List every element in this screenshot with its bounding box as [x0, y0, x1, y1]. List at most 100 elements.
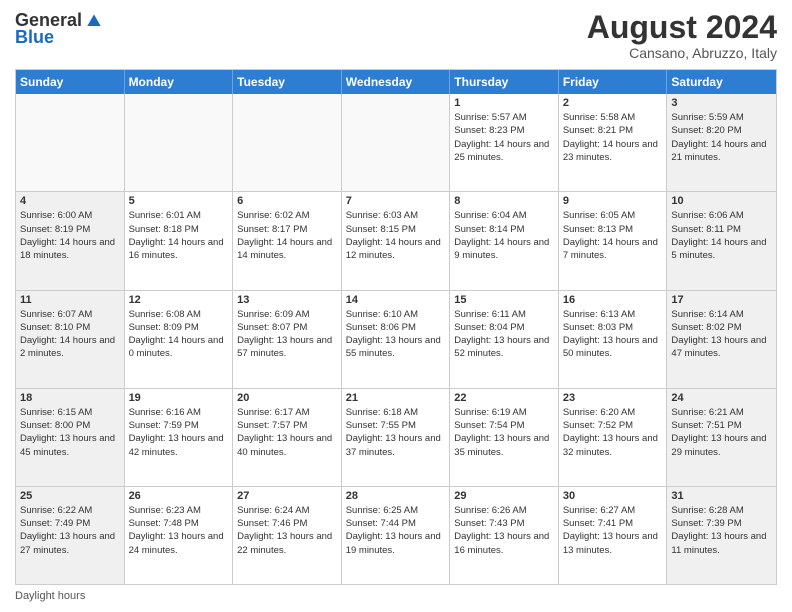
footer-text: Daylight hours: [15, 590, 85, 602]
title-block: August 2024 Cansano, Abruzzo, Italy: [587, 10, 777, 61]
day-info: Sunrise: 6:04 AM Sunset: 8:14 PM Dayligh…: [454, 209, 554, 262]
footer: Daylight hours: [15, 590, 777, 602]
logo: General Blue: [15, 10, 104, 48]
day-cell: 15Sunrise: 6:11 AM Sunset: 8:04 PM Dayli…: [450, 291, 559, 388]
page: General Blue August 2024 Cansano, Abruzz…: [0, 0, 792, 612]
day-number: 12: [129, 294, 229, 306]
day-number: 4: [20, 195, 120, 207]
day-info: Sunrise: 6:22 AM Sunset: 7:49 PM Dayligh…: [20, 504, 120, 557]
day-info: Sunrise: 6:17 AM Sunset: 7:57 PM Dayligh…: [237, 406, 337, 459]
day-cell: 28Sunrise: 6:25 AM Sunset: 7:44 PM Dayli…: [342, 487, 451, 584]
day-number: 16: [563, 294, 663, 306]
day-number: 9: [563, 195, 663, 207]
day-info: Sunrise: 6:01 AM Sunset: 8:18 PM Dayligh…: [129, 209, 229, 262]
day-of-week-header: Friday: [559, 70, 668, 94]
day-cell: 19 Sunrise: 6:16 AM Sunset: 7:59 PM Dayli…: [125, 389, 234, 486]
day-number: 22: [454, 392, 554, 404]
day-info: Sunrise: 6:27 AM Sunset: 7:41 PM Dayligh…: [563, 504, 663, 557]
day-number: 26: [129, 490, 229, 502]
day-cell: 23 Sunrise: 6:20 AM Sunset: 7:52 PM Dayli…: [559, 389, 668, 486]
day-number: 19: [129, 392, 229, 404]
day-cell: 14 Sunrise: 6:10 AM Sunset: 8:06 PM Dayli…: [342, 291, 451, 388]
day-of-week-header: Saturday: [667, 70, 776, 94]
day-cell: 20 Sunrise: 6:17 AM Sunset: 7:57 PM Dayli…: [233, 389, 342, 486]
calendar-row: 11 Sunrise: 6:07 AM Sunset: 8:10 PM Dayli…: [16, 290, 776, 388]
day-info: Sunrise: 6:19 AM Sunset: 7:54 PM Dayligh…: [454, 406, 554, 459]
day-info: Sunrise: 6:05 AM Sunset: 8:13 PM Dayligh…: [563, 209, 663, 262]
day-of-week-header: Tuesday: [233, 70, 342, 94]
day-cell: 6 Sunrise: 6:02 AM Sunset: 8:17 PM Daylig…: [233, 192, 342, 289]
day-info: Sunrise: 6:24 AM Sunset: 7:46 PM Dayligh…: [237, 504, 337, 557]
day-number: 21: [346, 392, 446, 404]
day-of-week-header: Thursday: [450, 70, 559, 94]
day-info: Sunrise: 6:13 AM Sunset: 8:03 PM Dayligh…: [563, 308, 663, 361]
day-number: 3: [671, 97, 772, 109]
calendar-body: 1Sunrise: 5:57 AM Sunset: 8:23 PM Daylig…: [16, 94, 776, 584]
day-of-week-header: Wednesday: [342, 70, 451, 94]
day-number: 31: [671, 490, 772, 502]
day-cell: 26 Sunrise: 6:23 AM Sunset: 7:48 PM Dayli…: [125, 487, 234, 584]
day-number: 10: [671, 195, 772, 207]
day-number: 13: [237, 294, 337, 306]
day-info: Sunrise: 6:14 AM Sunset: 8:02 PM Dayligh…: [671, 308, 772, 361]
day-cell: 4 Sunrise: 6:00 AM Sunset: 8:19 PM Daylig…: [16, 192, 125, 289]
calendar-row: 1Sunrise: 5:57 AM Sunset: 8:23 PM Daylig…: [16, 94, 776, 191]
main-title: August 2024: [587, 10, 777, 45]
day-number: 30: [563, 490, 663, 502]
day-number: 24: [671, 392, 772, 404]
day-cell: [233, 94, 342, 191]
day-number: 29: [454, 490, 554, 502]
logo-icon: [84, 11, 104, 31]
day-cell: 7 Sunrise: 6:03 AM Sunset: 8:15 PM Daylig…: [342, 192, 451, 289]
day-cell: 27Sunrise: 6:24 AM Sunset: 7:46 PM Dayli…: [233, 487, 342, 584]
day-info: Sunrise: 6:20 AM Sunset: 7:52 PM Dayligh…: [563, 406, 663, 459]
day-info: Sunrise: 6:00 AM Sunset: 8:19 PM Dayligh…: [20, 209, 120, 262]
day-number: 25: [20, 490, 120, 502]
day-info: Sunrise: 5:58 AM Sunset: 8:21 PM Dayligh…: [563, 111, 663, 164]
day-info: Sunrise: 6:07 AM Sunset: 8:10 PM Dayligh…: [20, 308, 120, 361]
day-number: 23: [563, 392, 663, 404]
day-cell: 17 Sunrise: 6:14 AM Sunset: 8:02 PM Dayli…: [667, 291, 776, 388]
day-cell: 29Sunrise: 6:26 AM Sunset: 7:43 PM Dayli…: [450, 487, 559, 584]
day-cell: 13 Sunrise: 6:09 AM Sunset: 8:07 PM Dayli…: [233, 291, 342, 388]
day-info: Sunrise: 6:16 AM Sunset: 7:59 PM Dayligh…: [129, 406, 229, 459]
day-cell: 10 Sunrise: 6:06 AM Sunset: 8:11 PM Dayli…: [667, 192, 776, 289]
day-number: 17: [671, 294, 772, 306]
day-info: Sunrise: 6:21 AM Sunset: 7:51 PM Dayligh…: [671, 406, 772, 459]
day-cell: 31Sunrise: 6:28 AM Sunset: 7:39 PM Dayli…: [667, 487, 776, 584]
calendar: SundayMondayTuesdayWednesdayThursdayFrid…: [15, 69, 777, 585]
day-cell: 22 Sunrise: 6:19 AM Sunset: 7:54 PM Dayli…: [450, 389, 559, 486]
day-of-week-header: Monday: [125, 70, 234, 94]
day-cell: 18Sunrise: 6:15 AM Sunset: 8:00 PM Dayli…: [16, 389, 125, 486]
day-cell: 2 Sunrise: 5:58 AM Sunset: 8:21 PM Daylig…: [559, 94, 668, 191]
day-number: 11: [20, 294, 120, 306]
day-number: 7: [346, 195, 446, 207]
day-info: Sunrise: 6:06 AM Sunset: 8:11 PM Dayligh…: [671, 209, 772, 262]
day-info: Sunrise: 5:59 AM Sunset: 8:20 PM Dayligh…: [671, 111, 772, 164]
day-cell: 11 Sunrise: 6:07 AM Sunset: 8:10 PM Dayli…: [16, 291, 125, 388]
day-info: Sunrise: 6:03 AM Sunset: 8:15 PM Dayligh…: [346, 209, 446, 262]
day-cell: 9 Sunrise: 6:05 AM Sunset: 8:13 PM Daylig…: [559, 192, 668, 289]
day-number: 2: [563, 97, 663, 109]
day-cell: 21Sunrise: 6:18 AM Sunset: 7:55 PM Dayli…: [342, 389, 451, 486]
day-cell: 25 Sunrise: 6:22 AM Sunset: 7:49 PM Dayli…: [16, 487, 125, 584]
day-cell: 12Sunrise: 6:08 AM Sunset: 8:09 PM Dayli…: [125, 291, 234, 388]
day-info: Sunrise: 6:23 AM Sunset: 7:48 PM Dayligh…: [129, 504, 229, 557]
day-info: Sunrise: 6:10 AM Sunset: 8:06 PM Dayligh…: [346, 308, 446, 361]
day-number: 6: [237, 195, 337, 207]
day-number: 8: [454, 195, 554, 207]
day-number: 18: [20, 392, 120, 404]
day-cell: 1Sunrise: 5:57 AM Sunset: 8:23 PM Daylig…: [450, 94, 559, 191]
day-cell: [125, 94, 234, 191]
day-info: Sunrise: 6:09 AM Sunset: 8:07 PM Dayligh…: [237, 308, 337, 361]
day-number: 14: [346, 294, 446, 306]
day-cell: 16 Sunrise: 6:13 AM Sunset: 8:03 PM Dayli…: [559, 291, 668, 388]
day-cell: 8 Sunrise: 6:04 AM Sunset: 8:14 PM Daylig…: [450, 192, 559, 289]
day-cell: [16, 94, 125, 191]
day-info: Sunrise: 6:02 AM Sunset: 8:17 PM Dayligh…: [237, 209, 337, 262]
day-cell: 30 Sunrise: 6:27 AM Sunset: 7:41 PM Dayli…: [559, 487, 668, 584]
day-number: 20: [237, 392, 337, 404]
day-number: 5: [129, 195, 229, 207]
day-cell: 5 Sunrise: 6:01 AM Sunset: 8:18 PM Daylig…: [125, 192, 234, 289]
day-number: 28: [346, 490, 446, 502]
